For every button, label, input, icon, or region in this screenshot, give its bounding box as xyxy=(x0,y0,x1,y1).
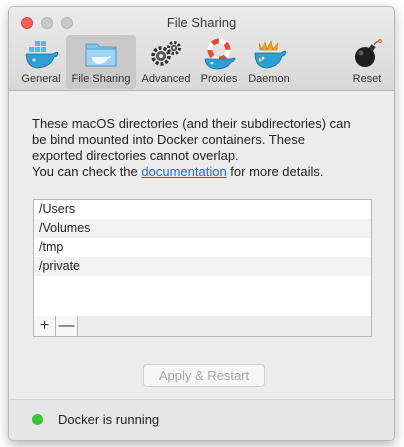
documentation-link[interactable]: documentation xyxy=(141,164,226,179)
file-sharing-pane: These macOS directories (and their subdi… xyxy=(9,91,394,399)
description-line: These macOS directories (and their subdi… xyxy=(32,116,351,131)
directory-row[interactable]: /Users xyxy=(34,200,371,219)
tab-reset[interactable]: Reset xyxy=(349,35,385,89)
tab-advanced-label: Advanced xyxy=(141,73,191,85)
preferences-window: File Sharing General File Sharing Advanc… xyxy=(8,6,395,441)
add-directory-button[interactable]: + xyxy=(34,316,56,336)
list-controls: + — xyxy=(33,316,372,337)
status-indicator-icon xyxy=(32,414,43,425)
daemon-whale-icon xyxy=(254,40,287,69)
tab-proxies-label: Proxies xyxy=(200,73,238,85)
toolbar: File Sharing General File Sharing Advanc… xyxy=(9,7,394,91)
apply-restart-button[interactable]: Apply & Restart xyxy=(143,364,265,387)
whale-icon xyxy=(25,41,59,69)
tab-proxies[interactable]: Proxies xyxy=(196,35,242,89)
tab-file-sharing-label: File Sharing xyxy=(71,73,131,85)
tab-reset-label: Reset xyxy=(352,73,382,85)
tab-general[interactable]: General xyxy=(16,35,66,89)
bomb-icon xyxy=(355,39,382,67)
folder-icon xyxy=(85,43,117,67)
status-text: Docker is running xyxy=(58,412,160,427)
tab-daemon-label: Daemon xyxy=(248,73,290,85)
tab-daemon[interactable]: Daemon xyxy=(244,35,294,89)
window-title: File Sharing xyxy=(166,15,237,30)
description-line: You can check the documentation for more… xyxy=(32,164,377,180)
remove-directory-button[interactable]: — xyxy=(56,316,78,336)
gears-icon xyxy=(151,41,181,66)
tab-advanced[interactable]: Advanced xyxy=(138,35,194,89)
description-prefix: You can check the xyxy=(32,164,142,179)
tab-file-sharing[interactable]: File Sharing xyxy=(66,35,136,89)
directory-row[interactable]: /private xyxy=(34,257,371,276)
directory-row[interactable]: /Volumes xyxy=(34,219,371,238)
description-suffix: for more details. xyxy=(226,164,324,179)
tab-general-label: General xyxy=(21,73,61,85)
description-text: These macOS directories (and their subdi… xyxy=(32,116,377,180)
description-line: exported directories cannot overlap. xyxy=(32,148,239,163)
status-bar: Docker is running xyxy=(9,399,394,440)
directory-row[interactable]: /tmp xyxy=(34,238,371,257)
lifebuoy-whale-icon xyxy=(204,38,236,70)
description-line: be bind mounted into Docker containers. … xyxy=(32,132,305,147)
shared-directories-list[interactable]: /Users /Volumes /tmp /private xyxy=(33,199,372,317)
